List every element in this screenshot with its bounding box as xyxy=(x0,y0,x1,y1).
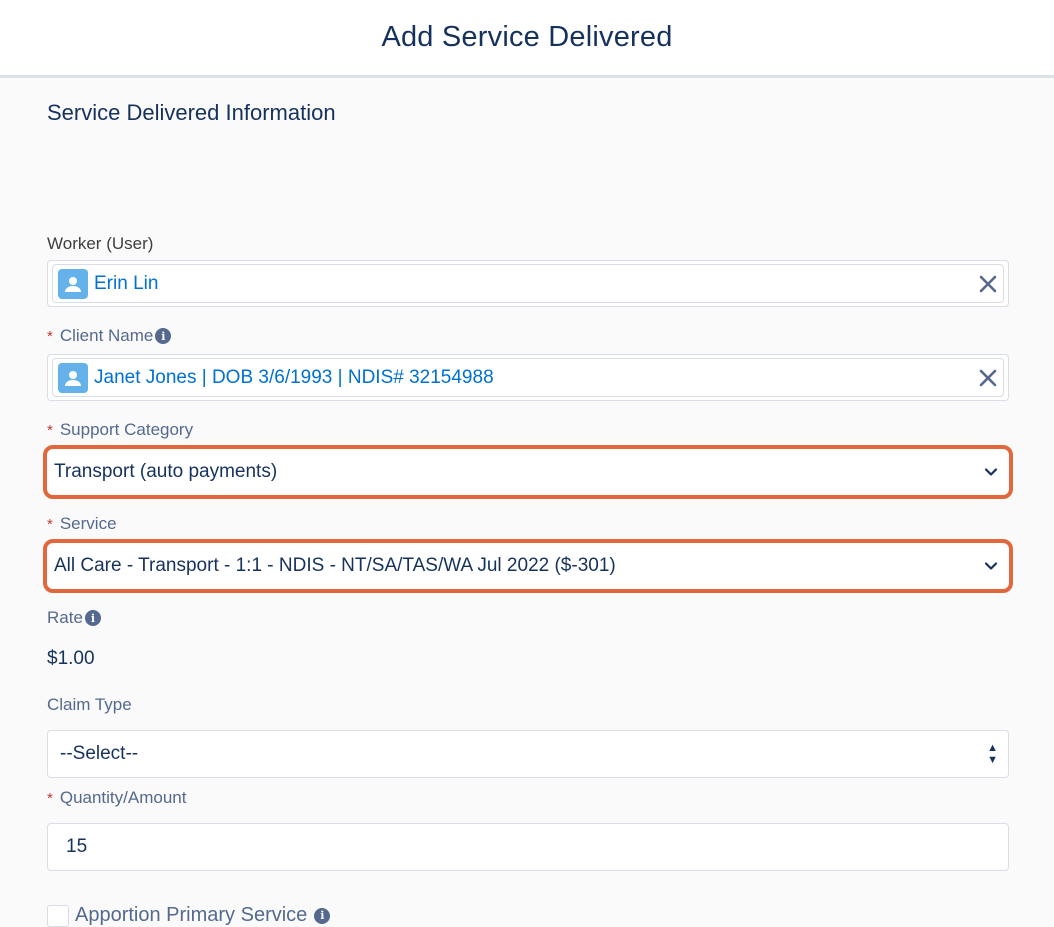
info-icon[interactable]: i xyxy=(155,328,172,344)
required-mark: * xyxy=(47,421,53,439)
client-label: * Client Name i xyxy=(47,326,172,346)
required-mark: * xyxy=(47,789,53,807)
client-label-text: Client Name xyxy=(59,326,154,345)
rate-label: Rate i xyxy=(47,608,101,628)
service-label: * Service xyxy=(47,514,117,534)
apportion-label[interactable]: Apportion Primary Service xyxy=(75,904,307,927)
info-icon[interactable]: i xyxy=(84,610,101,626)
service-label-text: Service xyxy=(59,514,117,533)
client-lookup[interactable]: Janet Jones | DOB 3/6/1993 | NDIS# 32154… xyxy=(47,354,1009,401)
section-title: Service Delivered Information xyxy=(47,100,336,125)
service-select[interactable]: All Care - Transport - 1:1 - NDIS - NT/S… xyxy=(43,539,1013,593)
quantity-input[interactable]: 15 xyxy=(47,823,1009,871)
required-mark: * xyxy=(47,515,53,533)
close-icon[interactable] xyxy=(977,367,999,389)
client-pill[interactable]: Janet Jones | DOB 3/6/1993 | NDIS# 32154… xyxy=(52,358,1004,397)
chevron-down-icon xyxy=(984,468,998,476)
worker-lookup[interactable]: Erin Lin xyxy=(47,260,1009,307)
support-category-value: Transport (auto payments) xyxy=(54,461,278,482)
rate-label-text: Rate xyxy=(47,608,83,627)
quantity-label-text: Quantity/Amount xyxy=(59,788,187,807)
chevron-down-icon xyxy=(984,562,998,570)
page-title: Add Service Delivered xyxy=(381,21,673,53)
support-category-select[interactable]: Transport (auto payments) xyxy=(43,445,1013,499)
service-value: All Care - Transport - 1:1 - NDIS - NT/S… xyxy=(54,555,616,576)
select-arrows-icon: ▲ ▼ xyxy=(987,742,998,766)
rate-value: $1.00 xyxy=(47,648,95,669)
claim-type-label-text: Claim Type xyxy=(47,695,132,714)
user-icon xyxy=(58,362,88,393)
worker-label: Worker (User) xyxy=(47,234,153,254)
close-icon[interactable] xyxy=(977,273,999,295)
claim-type-select[interactable]: --Select-- ▲ ▼ xyxy=(47,730,1009,778)
quantity-value: 15 xyxy=(66,836,88,857)
modal-header: Add Service Delivered xyxy=(0,0,1054,78)
worker-label-text: Worker (User) xyxy=(47,234,154,253)
claim-type-label: Claim Type xyxy=(47,695,132,715)
support-category-label-text: Support Category xyxy=(59,420,194,439)
info-icon[interactable]: i xyxy=(314,907,331,924)
worker-pill[interactable]: Erin Lin xyxy=(52,264,1004,303)
apportion-checkbox[interactable] xyxy=(47,904,69,927)
quantity-label: * Quantity/Amount xyxy=(47,788,186,808)
claim-type-value: --Select-- xyxy=(60,743,139,764)
worker-value[interactable]: Erin Lin xyxy=(94,273,977,295)
required-mark: * xyxy=(47,327,53,345)
apportion-row: Apportion Primary Service i xyxy=(47,904,331,927)
client-value[interactable]: Janet Jones | DOB 3/6/1993 | NDIS# 32154… xyxy=(94,367,977,389)
support-category-label: * Support Category xyxy=(47,420,193,440)
user-icon xyxy=(58,268,88,299)
